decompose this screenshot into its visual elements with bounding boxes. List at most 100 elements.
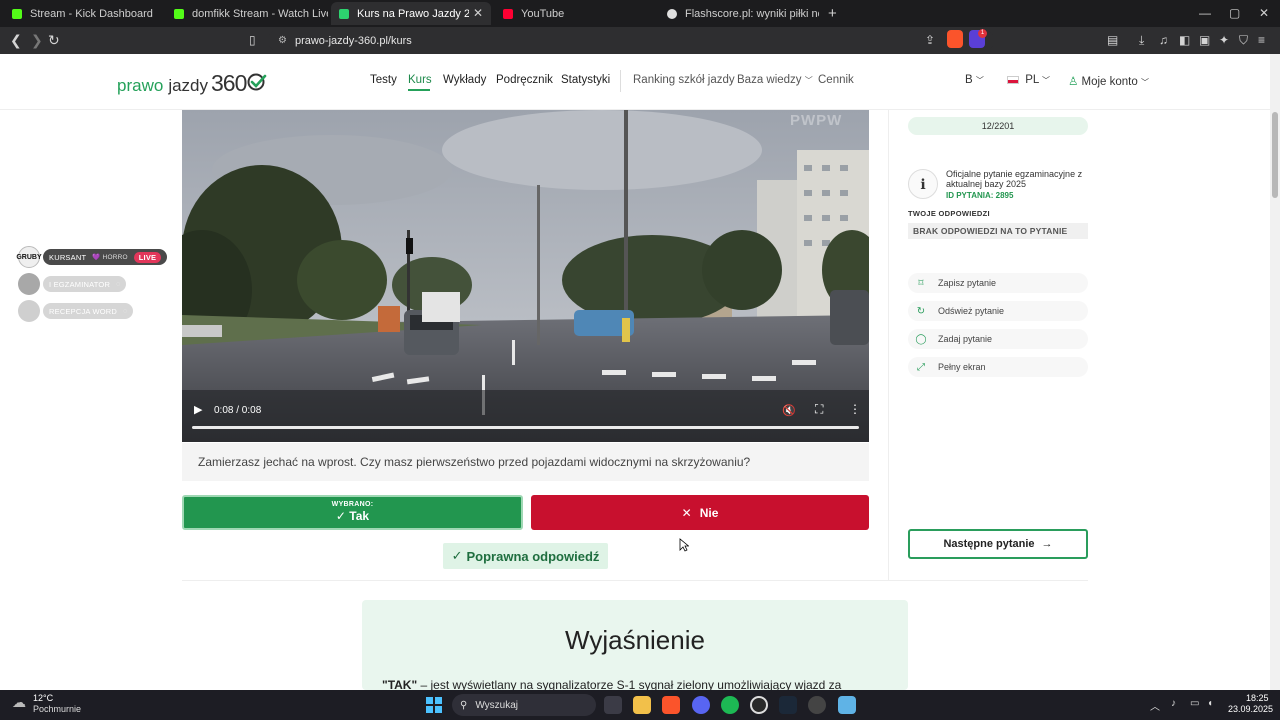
live-overlay-row: GRUBY KURSANT 💜 HORRO LIVE [16,246,168,268]
brave-shields-icon[interactable] [947,30,963,48]
sidebar-toggle-icon[interactable]: ▤ [1107,33,1118,47]
volume-icon[interactable]: ◖ [1207,698,1213,709]
explanation-title: Wyjaśnienie [565,625,705,655]
app-icon[interactable] [808,696,826,714]
sidebar-icon[interactable]: ◧ [1179,33,1190,47]
question-id: ID PYTANIA: 2895 [946,191,1014,200]
chevron-down-icon: ﹀ [804,76,813,85]
mute-icon[interactable]: 🔇 [782,404,796,417]
site-info-icon[interactable]: ⚙ [278,35,287,46]
refresh-question-button[interactable]: ↻ Odśwież pytanie [908,301,1088,321]
nav-testy[interactable]: Testy [370,74,397,86]
info-icon: ℹ [908,169,938,199]
taskbar-search[interactable]: ⚲ Wyszukaj [452,694,596,716]
fullscreen-button[interactable]: ⤢ Pełny ekran [908,357,1088,377]
flashscore-icon [667,8,677,19]
cloud-icon: ☁ [12,694,26,710]
wallet-icon[interactable]: ▣ [1199,33,1210,47]
ask-question-button[interactable]: ◯ Zadaj pytanie [908,329,1088,349]
minimize-button[interactable]: — [1199,6,1211,20]
page-scrollbar[interactable] [1270,54,1280,690]
save-question-button[interactable]: ⌑ Zapisz pytanie [908,273,1088,293]
live-overlay-row: RECEPCJA WORD ◌ [18,300,134,322]
answer-no-button[interactable]: ✕ Nie [531,495,869,530]
windows-start-icon[interactable] [426,697,442,713]
scrollbar-thumb[interactable] [1272,112,1278,198]
site-logo[interactable]: prawo jazdy 360 [117,70,267,97]
brave-browser-icon[interactable] [662,696,680,714]
snipping-tool-icon[interactable] [838,696,856,714]
nav-kurs[interactable]: Kurs [408,74,432,86]
nav-baza-wiedzy[interactable]: Baza wiedzy ﹀ [737,74,813,86]
clock-date[interactable]: 23.09.2025 [1228,704,1273,714]
browser-tab[interactable]: Stream - Kick Dashboard [4,2,164,25]
media-icon[interactable]: ♫ [1159,33,1168,47]
bookmark-icon[interactable]: ▯ [249,33,256,47]
chevron-down-icon: ﹀ [1140,78,1149,87]
section-divider [182,580,1088,581]
nav-wyklady[interactable]: Wykłady [443,74,486,86]
new-tab-button[interactable]: + [828,5,837,22]
spotify-icon[interactable] [721,696,739,714]
nav-podrecznik[interactable]: Podręcznik [496,74,553,86]
chevron-up-icon[interactable]: ︿ [1150,698,1160,713]
weather-description[interactable]: Pochmurnie [33,704,81,714]
nav-statystyki[interactable]: Statystyki [561,74,610,86]
explanation-card: Wyjaśnienie "TAK" – jest wyświetlany na … [362,600,908,690]
close-window-button[interactable]: ✕ [1259,6,1269,20]
play-icon[interactable]: ▶ [194,403,202,416]
download-icon[interactable]: ⤓ [1139,33,1144,48]
share-icon[interactable]: ⇪ [925,33,935,47]
mouse-cursor-icon [679,538,689,552]
question-counter: 12/2201 [908,117,1088,135]
vpn-icon[interactable]: ⛉ [1239,33,1248,48]
browser-tab[interactable]: YouTube [495,2,655,25]
category-select[interactable]: B ﹀ [965,74,984,86]
arrow-right-icon: → [1041,538,1053,550]
browser-tab[interactable]: domfikk Stream - Watch Live on Kick [166,2,328,25]
fullscreen-icon[interactable]: ⛶ [815,402,823,417]
nav-cennik[interactable]: Cennik [818,74,854,86]
obs-icon[interactable] [750,696,768,714]
display-icon[interactable]: ▭ [1190,698,1199,709]
next-question-button[interactable]: Następne pytanie → [908,529,1088,559]
answer-yes-button[interactable]: WYBRANO: ✓ Tak [182,495,523,530]
nav-ranking[interactable]: Ranking szkół jazdy [633,74,735,86]
weather-temperature[interactable]: 12°C [33,693,53,703]
official-question-text: Oficjalne pytanie egzaminacyjne z aktual… [946,169,1083,189]
video-progress-bar[interactable] [192,426,859,429]
browser-tab-active[interactable]: Kurs na Prawo Jazdy 2025 – Ofic ✕ [331,2,491,25]
more-options-icon[interactable]: ⋮ [849,402,861,416]
nav-divider [620,70,621,92]
leo-ai-icon[interactable]: ✦ [1219,33,1229,47]
browser-tab[interactable]: Flashscore.pl: wyniki piłki nożnej, wyn [659,2,819,25]
clock-time[interactable]: 18:25 [1246,693,1269,703]
file-explorer-icon[interactable] [633,696,651,714]
live-pill: KURSANT 💜 HORRO LIVE [43,249,168,265]
back-icon[interactable]: ❮ [10,32,22,49]
steam-icon[interactable] [779,696,797,714]
close-tab-icon[interactable]: ✕ [473,6,483,20]
task-view-icon[interactable] [604,696,622,714]
mic-icon: ◌ [123,307,128,315]
search-icon: ⚲ [460,699,468,711]
forward-icon[interactable]: ❯ [31,32,43,49]
site-header: prawo jazdy 360 Testy Kurs Wykłady Podrę… [0,54,1270,110]
url-text: prawo-jazdy-360.pl/kurs [294,34,412,47]
reload-icon[interactable]: ↻ [48,32,60,49]
explanation-text: "TAK" – jest wyświetlany na sygnalizator… [382,678,842,690]
browser-tab-strip: Stream - Kick Dashboard domfikk Stream -… [0,0,1280,27]
answers-empty: BRAK ODPOWIEDZI NA TO PYTANIE [908,223,1088,239]
discord-icon[interactable] [692,696,710,714]
microphone-icon[interactable]: ♪ [1171,698,1176,709]
language-select[interactable]: PL ﹀ [1007,74,1050,86]
refresh-icon: ↻ [916,305,926,317]
avatar: GRUBY [16,246,42,268]
account-menu[interactable]: ♙ Moje konto ﹀ [1068,74,1149,88]
notification-badge: 1 [978,29,987,38]
maximize-button[interactable]: ▢ [1229,6,1240,20]
video-player[interactable]: PWPW ▶ 0:08 / 0:08 🔇 ⛶ ⋮ [182,110,869,442]
menu-icon[interactable]: ≡ [1258,33,1265,47]
address-bar[interactable]: ⚙ prawo-jazdy-360.pl/kurs [268,30,994,51]
video-frame [182,110,869,442]
